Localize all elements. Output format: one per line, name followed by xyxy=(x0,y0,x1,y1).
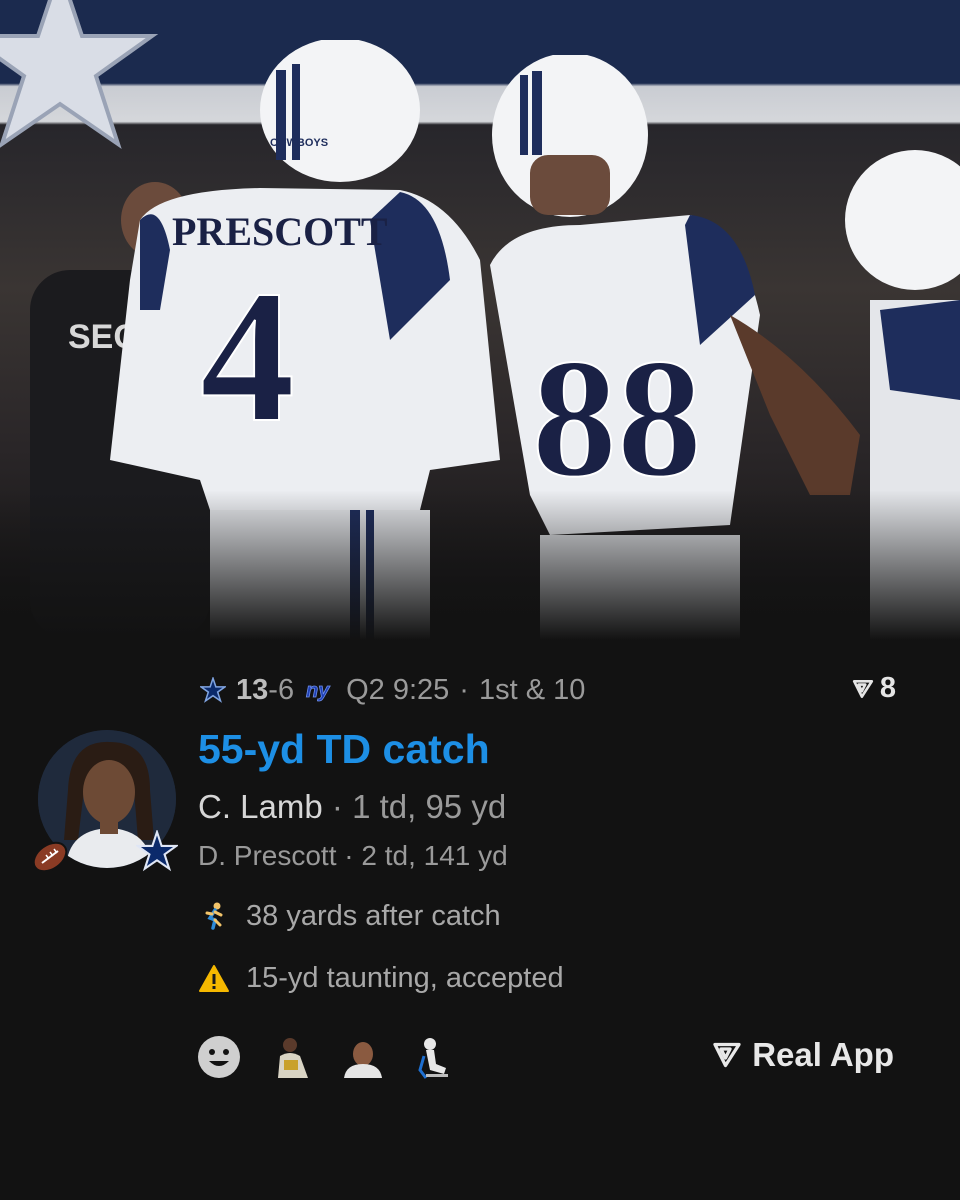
primary-player-stats: 1 td, 95 yd xyxy=(352,788,507,825)
player-sticker-3-icon[interactable] xyxy=(412,1034,458,1080)
hero-photo: SEC COWBOYS PRESCOTT 4 88 xyxy=(0,0,960,640)
fact-text: 38 yards after catch xyxy=(246,900,501,932)
add-reaction-smile-icon[interactable] xyxy=(196,1034,242,1080)
jersey-number-4: 4 xyxy=(200,252,295,462)
dot-separator: · xyxy=(459,673,469,706)
play-headline[interactable]: 55-yd TD catch xyxy=(198,726,490,773)
secondary-player-name: D. Prescott xyxy=(198,840,337,871)
team-star-badge-icon xyxy=(136,830,178,872)
real-logo-icon xyxy=(713,1042,741,1068)
quarter: Q2 xyxy=(346,673,385,706)
real-app-brand[interactable]: Real App xyxy=(712,1036,894,1074)
opponent-abbr: ny xyxy=(306,680,330,702)
fact-yards-after-catch: 38 yards after catch xyxy=(198,900,501,933)
favorites-count-value: 8 xyxy=(879,672,896,704)
primary-player-name: C. Lamb xyxy=(198,788,323,825)
opponent-score: 6 xyxy=(277,673,295,706)
cowboys-star-icon xyxy=(200,677,226,703)
game-status-row: 13-6 ny Q2 9:25 · 1st & 10 xyxy=(200,670,585,710)
giants-logo-icon: ny xyxy=(306,680,331,703)
runner-icon xyxy=(205,902,223,930)
fact-penalty: 15-yd taunting, accepted xyxy=(198,962,564,995)
player-sticker-1-icon[interactable] xyxy=(268,1034,314,1080)
warning-icon xyxy=(199,964,229,992)
score-separator: - xyxy=(268,673,278,706)
team-score: 13 xyxy=(236,673,269,706)
football-icon xyxy=(32,841,68,873)
helmet-text: COWBOYS xyxy=(270,137,328,149)
primary-player-sep: · xyxy=(331,788,343,825)
secondary-player-stats: 2 td, 141 yd xyxy=(361,840,508,871)
player-sticker-2-icon[interactable] xyxy=(340,1034,386,1080)
clock: 9:25 xyxy=(392,673,450,706)
primary-player-line[interactable]: C. Lamb · 1 td, 95 yd xyxy=(198,788,506,826)
reaction-bar xyxy=(196,1034,458,1080)
jersey-name: PRESCOTT xyxy=(172,209,388,254)
hero-fade xyxy=(0,490,960,640)
jersey-number-88: 88 xyxy=(532,324,702,512)
down-distance: 1st & 10 xyxy=(478,673,586,706)
fact-text: 15-yd taunting, accepted xyxy=(246,962,564,994)
game-clock: Q2 9:25 xyxy=(346,674,449,707)
real-logo-icon xyxy=(852,679,873,698)
brand-name: Real App xyxy=(752,1036,894,1073)
secondary-player-line[interactable]: D. Prescott · 2 td, 141 yd xyxy=(198,840,508,872)
game-score: 13-6 xyxy=(236,674,294,707)
secondary-player-sep: · xyxy=(344,840,354,871)
favorites-count[interactable]: 8 xyxy=(852,672,896,705)
